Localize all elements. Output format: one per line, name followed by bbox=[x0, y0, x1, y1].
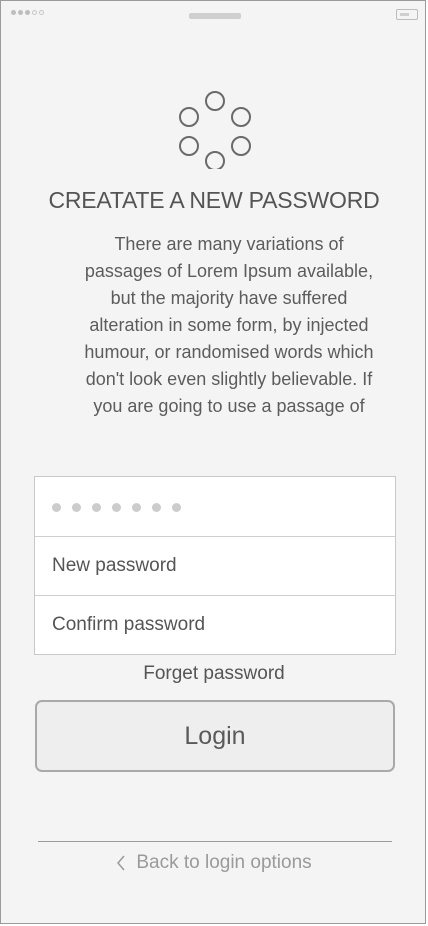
chevron-left-icon bbox=[117, 855, 125, 871]
signal-dot bbox=[25, 10, 30, 15]
signal-dot bbox=[39, 10, 44, 15]
current-password-field[interactable] bbox=[35, 477, 395, 536]
footer-divider bbox=[38, 841, 392, 842]
forget-password-link[interactable]: Forget password bbox=[1, 663, 427, 685]
loading-spinner-icon bbox=[179, 91, 251, 169]
battery-icon bbox=[396, 9, 418, 20]
mask-dot bbox=[52, 503, 61, 512]
back-to-login-options-link[interactable]: Back to login options bbox=[1, 852, 427, 874]
password-form: New password Confirm password bbox=[34, 476, 396, 655]
mask-dot bbox=[172, 503, 181, 512]
mask-dot bbox=[112, 503, 121, 512]
battery-level bbox=[400, 13, 409, 16]
page-description: There are many variations of passages of… bbox=[84, 234, 374, 416]
login-button[interactable]: Login bbox=[35, 700, 395, 772]
phone-screen: CREATATE A NEW PASSWORD There are many v… bbox=[0, 0, 426, 924]
speaker-notch bbox=[189, 13, 241, 19]
back-link-label: Back to login options bbox=[136, 852, 312, 873]
mask-dot bbox=[92, 503, 101, 512]
mask-dot bbox=[152, 503, 161, 512]
new-password-field[interactable]: New password bbox=[35, 536, 395, 595]
signal-dot bbox=[18, 10, 23, 15]
confirm-password-placeholder: Confirm password bbox=[52, 614, 206, 635]
mask-dot bbox=[72, 503, 81, 512]
signal-strength-icon bbox=[11, 10, 44, 15]
signal-dot bbox=[11, 10, 16, 15]
password-mask bbox=[52, 501, 181, 512]
new-password-placeholder: New password bbox=[52, 555, 177, 576]
confirm-password-field[interactable]: Confirm password bbox=[35, 595, 395, 654]
mask-dot bbox=[132, 503, 141, 512]
login-button-label: Login bbox=[184, 721, 246, 750]
signal-dot bbox=[32, 10, 37, 15]
page-title: CREATATE A NEW PASSWORD bbox=[48, 187, 380, 213]
